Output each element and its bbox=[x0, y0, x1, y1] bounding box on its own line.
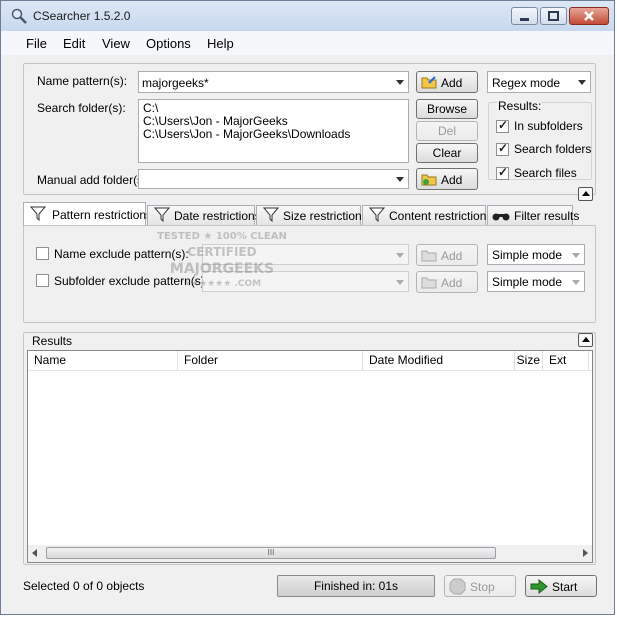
majorgeeks-watermark: TESTED ★ 100% CLEAN CERTIFIED MAJORGEEKS… bbox=[157, 231, 287, 289]
tab-size-restrictions[interactable]: Size restrictions bbox=[256, 205, 368, 225]
close-icon bbox=[584, 11, 594, 21]
chevron-down-icon[interactable] bbox=[572, 252, 580, 258]
results-panel: Results Name Folder Date Modified Size E… bbox=[23, 332, 596, 565]
search-folder-list[interactable]: C:\ C:\Users\Jon - MajorGeeks C:\Users\J… bbox=[138, 99, 409, 163]
folder-add-icon bbox=[421, 76, 437, 89]
start-button[interactable]: Start bbox=[525, 575, 597, 597]
name-pattern-combo[interactable]: majorgeeks* bbox=[138, 71, 409, 93]
subfolder-exclude-add-button[interactable]: Add bbox=[416, 271, 478, 293]
scroll-left-icon[interactable] bbox=[32, 549, 37, 557]
start-arrow-icon bbox=[530, 579, 548, 594]
search-folders-label: Search folders bbox=[514, 142, 592, 156]
clear-button[interactable]: Clear bbox=[416, 143, 478, 163]
funnel-icon bbox=[263, 207, 279, 222]
funnel-icon bbox=[30, 206, 46, 221]
pattern-restrictions-panel: Name exclude pattern(s): Add Simple mode… bbox=[23, 225, 596, 323]
binoculars-icon bbox=[492, 213, 510, 221]
in-subfolders-checkbox[interactable] bbox=[496, 118, 509, 133]
column-header-folder[interactable]: Folder bbox=[178, 351, 363, 370]
main-window: CSearcher 1.5.2.0 File Edit View Options… bbox=[0, 0, 615, 615]
tab-date-restrictions[interactable]: Date restrictions bbox=[147, 205, 261, 225]
chevron-down-icon[interactable] bbox=[396, 177, 404, 182]
column-header-size[interactable]: Size bbox=[515, 351, 543, 370]
stop-button[interactable]: Stop bbox=[444, 575, 516, 597]
selected-status: Selected 0 of 0 objects bbox=[23, 579, 145, 593]
results-header: Name Folder Date Modified Size Ext bbox=[28, 351, 592, 371]
menu-bar: File Edit View Options Help bbox=[1, 31, 614, 55]
scroll-right-icon[interactable] bbox=[583, 549, 588, 557]
stop-icon bbox=[449, 578, 466, 595]
search-files-label: Search files bbox=[514, 166, 577, 180]
manual-add-label: Manual add folder(s): bbox=[37, 173, 151, 187]
column-header-date-modified[interactable]: Date Modified bbox=[363, 351, 515, 370]
maximize-button[interactable] bbox=[540, 7, 567, 25]
funnel-icon bbox=[369, 207, 385, 222]
menu-help[interactable]: Help bbox=[207, 36, 234, 51]
progress-bar: Finished in: 01s bbox=[277, 575, 435, 597]
chevron-down-icon[interactable] bbox=[396, 279, 404, 285]
maximize-icon bbox=[548, 11, 559, 21]
subfolder-exclude-mode-select[interactable]: Simple mode bbox=[487, 271, 585, 292]
funnel-icon bbox=[154, 207, 170, 222]
search-folder-label: Search folder(s): bbox=[37, 101, 126, 115]
subfolder-exclude-checkbox[interactable] bbox=[36, 274, 49, 287]
minimize-icon bbox=[520, 18, 529, 21]
chevron-down-icon[interactable] bbox=[572, 279, 580, 285]
tab-filter-results[interactable]: Filter results bbox=[487, 205, 579, 225]
magnifier-icon bbox=[11, 8, 27, 24]
name-exclude-add-button[interactable]: Add bbox=[416, 244, 478, 266]
close-button[interactable] bbox=[569, 7, 609, 25]
tab-content-restrictions[interactable]: Content restrictions bbox=[362, 205, 492, 225]
search-panel: Name pattern(s): majorgeeks* Add Regex m… bbox=[23, 63, 596, 195]
mode-select[interactable]: Regex mode bbox=[487, 71, 591, 93]
folder-add-icon bbox=[421, 250, 437, 262]
folder-add-icon bbox=[421, 277, 437, 289]
folder-item[interactable]: C:\Users\Jon - MajorGeeks\Downloads bbox=[143, 128, 350, 141]
manual-add-button[interactable]: Add bbox=[416, 168, 478, 190]
manual-add-combo[interactable] bbox=[138, 169, 409, 189]
del-button[interactable]: Del bbox=[416, 121, 478, 141]
name-pattern-value: majorgeeks* bbox=[142, 76, 209, 90]
name-exclude-mode-select[interactable]: Simple mode bbox=[487, 244, 585, 265]
add-pattern-button[interactable]: Add bbox=[416, 71, 478, 93]
in-subfolders-label: In subfolders bbox=[514, 119, 583, 133]
name-exclude-checkbox[interactable] bbox=[36, 247, 49, 260]
menu-file[interactable]: File bbox=[26, 36, 47, 51]
results-options-label: Results: bbox=[497, 99, 543, 113]
browse-button[interactable]: Browse bbox=[416, 99, 478, 119]
tab-pattern-restrictions[interactable]: Pattern restrictions bbox=[23, 202, 152, 226]
window-title: CSearcher 1.5.2.0 bbox=[33, 9, 131, 23]
results-label: Results bbox=[32, 334, 73, 348]
column-header-name[interactable]: Name bbox=[28, 351, 178, 370]
minimize-button[interactable] bbox=[511, 7, 538, 25]
collapse-search-button[interactable] bbox=[578, 187, 593, 201]
search-files-checkbox[interactable] bbox=[496, 165, 509, 180]
results-options-group: Results: In subfolders Search folders Se… bbox=[488, 99, 592, 180]
chevron-down-icon[interactable] bbox=[396, 80, 404, 85]
scroll-thumb[interactable]: III bbox=[46, 547, 496, 559]
results-list[interactable]: Name Folder Date Modified Size Ext III bbox=[27, 350, 593, 563]
name-pattern-label: Name pattern(s): bbox=[37, 74, 128, 88]
folder-add-icon bbox=[421, 174, 437, 186]
menu-view[interactable]: View bbox=[102, 36, 130, 51]
collapse-results-button[interactable] bbox=[578, 333, 593, 347]
column-header-ext[interactable]: Ext bbox=[543, 351, 589, 370]
search-folders-checkbox[interactable] bbox=[496, 141, 509, 156]
menu-options[interactable]: Options bbox=[146, 36, 191, 51]
chevron-down-icon[interactable] bbox=[396, 252, 404, 258]
menu-edit[interactable]: Edit bbox=[63, 36, 85, 51]
horizontal-scrollbar[interactable]: III bbox=[28, 545, 592, 562]
chevron-down-icon[interactable] bbox=[578, 80, 586, 85]
title-bar: CSearcher 1.5.2.0 bbox=[1, 1, 614, 31]
